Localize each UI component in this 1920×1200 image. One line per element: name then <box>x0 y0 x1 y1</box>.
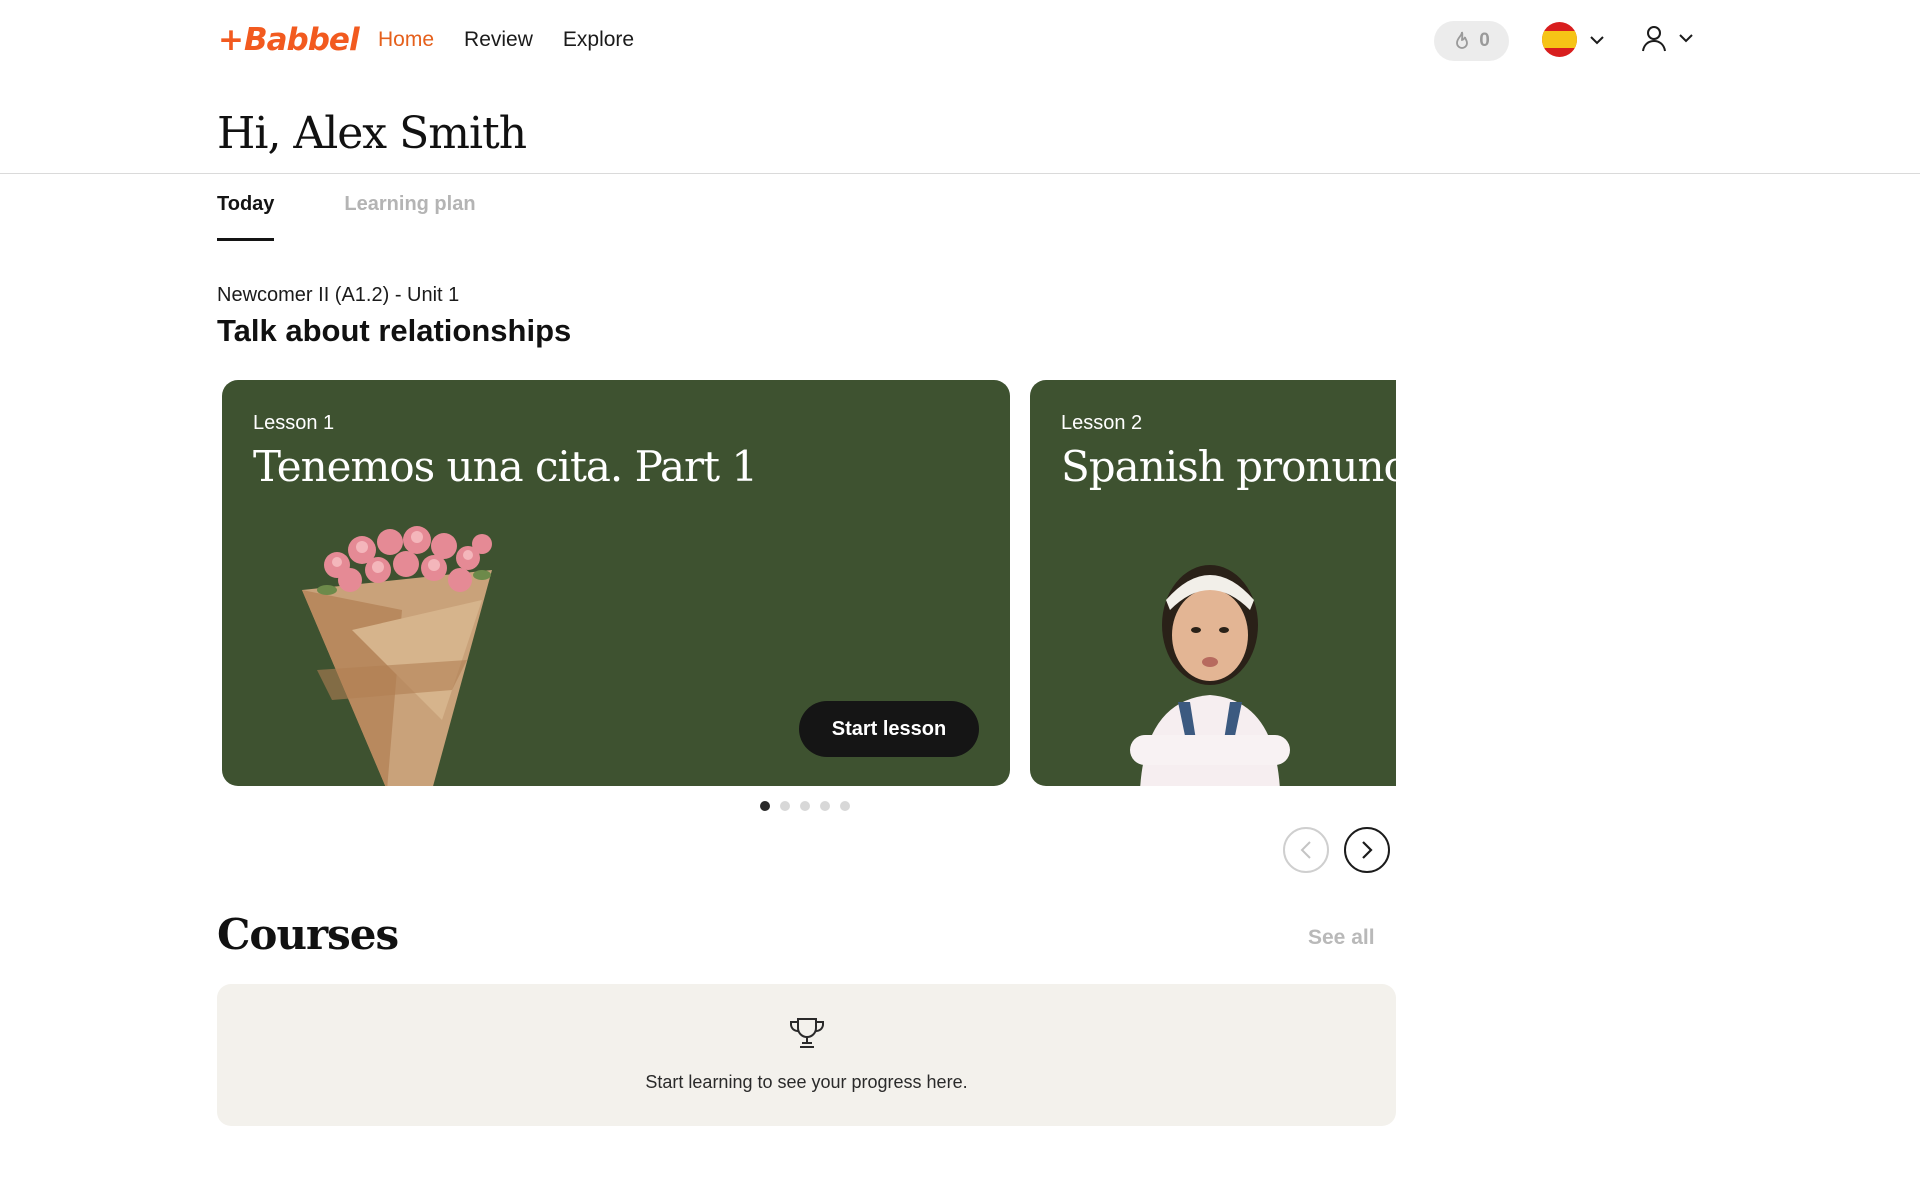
tab-learning-plan[interactable]: Learning plan <box>344 193 475 241</box>
chevron-right-icon <box>1362 841 1373 859</box>
carousel-prev-button[interactable] <box>1283 827 1329 873</box>
see-all-courses-link[interactable]: See all <box>1308 926 1375 950</box>
flame-icon <box>1456 31 1469 49</box>
carousel-dot[interactable] <box>800 801 810 811</box>
unit-title: Talk about relationships <box>217 313 572 348</box>
lesson-title: Tenemos una cita. Part 1 <box>253 442 758 491</box>
chevron-down-icon <box>1590 35 1604 44</box>
top-navigation-bar: +Babbel Home Review Explore 0 <box>0 0 1920 82</box>
home-tabs: Today Learning plan <box>217 193 476 241</box>
flower-bouquet-image <box>302 526 492 786</box>
lesson-number: Lesson 1 <box>253 412 335 434</box>
lesson-number: Lesson 2 <box>1061 412 1143 434</box>
user-icon <box>1642 26 1666 52</box>
tab-today[interactable]: Today <box>217 193 275 241</box>
carousel-pagination <box>760 801 850 811</box>
courses-heading: Courses <box>217 910 399 959</box>
spanish-flag-icon <box>1542 22 1577 57</box>
carousel-next-button[interactable] <box>1344 827 1390 873</box>
start-lesson-button[interactable]: Start lesson <box>799 701 979 757</box>
greeting-heading: Hi, Alex Smith <box>217 108 527 159</box>
courses-empty-message: Start learning to see your progress here… <box>645 1072 968 1092</box>
streak-count: 0 <box>1479 30 1490 51</box>
trophy-icon <box>790 1018 824 1048</box>
unit-subtitle: Newcomer II (A1.2) - Unit 1 <box>217 284 460 306</box>
courses-empty-state: Start learning to see your progress here… <box>217 984 1396 1126</box>
lesson-title: Spanish pronunciation <box>1061 442 1396 491</box>
babbel-logo[interactable]: +Babbel <box>218 22 360 58</box>
girl-arms-crossed-image <box>1130 565 1290 786</box>
chevron-left-icon <box>1300 841 1311 859</box>
carousel-dot[interactable] <box>820 801 830 811</box>
streak-counter-button[interactable]: 0 <box>1434 21 1509 61</box>
header-divider <box>0 173 1920 174</box>
chevron-down-icon <box>1679 34 1693 43</box>
nav-explore[interactable]: Explore <box>563 28 634 52</box>
carousel-dot[interactable] <box>780 801 790 811</box>
lesson-card[interactable]: Lesson 2 Spanish pronunciation <box>1030 380 1396 786</box>
nav-home[interactable]: Home <box>378 28 434 52</box>
nav-review[interactable]: Review <box>464 28 533 52</box>
account-menu[interactable] <box>1640 24 1694 52</box>
lesson-card[interactable]: Lesson 1 Tenemos una cita. Part 1 Start … <box>222 380 1010 786</box>
main-nav: Home Review Explore <box>378 28 634 52</box>
carousel-dot[interactable] <box>840 801 850 811</box>
carousel-dot[interactable] <box>760 801 770 811</box>
lesson-carousel: Lesson 1 Tenemos una cita. Part 1 Start … <box>217 378 1396 788</box>
language-switcher[interactable] <box>1542 22 1605 57</box>
